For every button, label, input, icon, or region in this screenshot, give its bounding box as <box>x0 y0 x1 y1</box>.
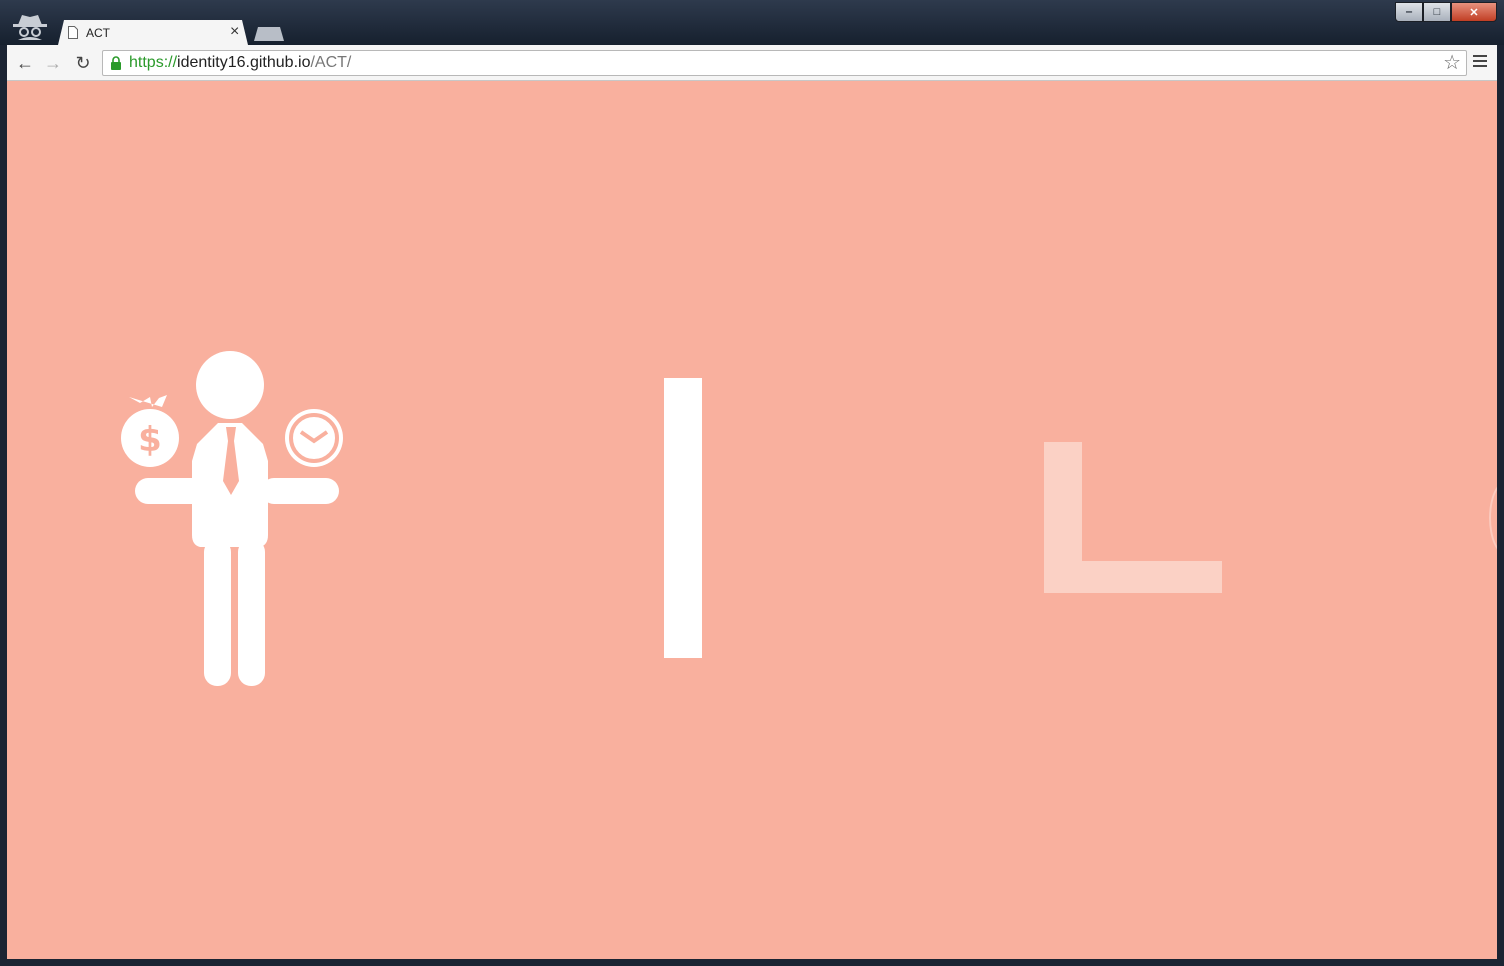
close-tab-icon[interactable]: × <box>230 23 239 41</box>
browser-toolbar: ← → ↻ https://identity16.github.io/ACT/ … <box>7 45 1497 81</box>
letter-l-foot <box>1044 561 1222 593</box>
window-controls: ‒ □ ✕ <box>1395 2 1497 22</box>
letter-l <box>1044 442 1222 593</box>
page-icon <box>68 26 78 39</box>
close-window-button[interactable]: ✕ <box>1451 2 1497 22</box>
reload-button[interactable]: ↻ <box>72 52 94 74</box>
page-content: $ <box>7 81 1497 959</box>
new-tab-button[interactable] <box>254 27 284 41</box>
svg-text:$: $ <box>138 420 162 460</box>
forward-button[interactable]: → <box>42 52 64 74</box>
next-slide-handle[interactable] <box>1489 481 1497 555</box>
url-text: https://identity16.github.io/ACT/ <box>129 54 351 72</box>
menu-icon[interactable] <box>1473 55 1487 69</box>
back-button[interactable]: ← <box>14 52 36 74</box>
url-path: /ACT/ <box>310 54 352 71</box>
maximize-button[interactable]: □ <box>1423 2 1451 22</box>
tab-act[interactable]: ACT × <box>58 20 248 45</box>
businessman-money-time-icon: $ <box>121 351 343 686</box>
url-host: identity16.github.io <box>177 54 311 71</box>
tab-title: ACT <box>86 26 110 40</box>
url-scheme: https:// <box>129 54 178 71</box>
incognito-icon <box>13 15 47 40</box>
lock-icon <box>111 56 121 70</box>
title-bar: ACT × ‒ □ ✕ <box>0 0 1504 45</box>
letter-i <box>664 378 702 658</box>
bookmark-star-icon[interactable]: ☆ <box>1443 52 1461 74</box>
minimize-button[interactable]: ‒ <box>1395 2 1423 22</box>
window-bottom-frame <box>0 959 1504 966</box>
address-bar[interactable]: https://identity16.github.io/ACT/ ☆ <box>102 50 1467 76</box>
